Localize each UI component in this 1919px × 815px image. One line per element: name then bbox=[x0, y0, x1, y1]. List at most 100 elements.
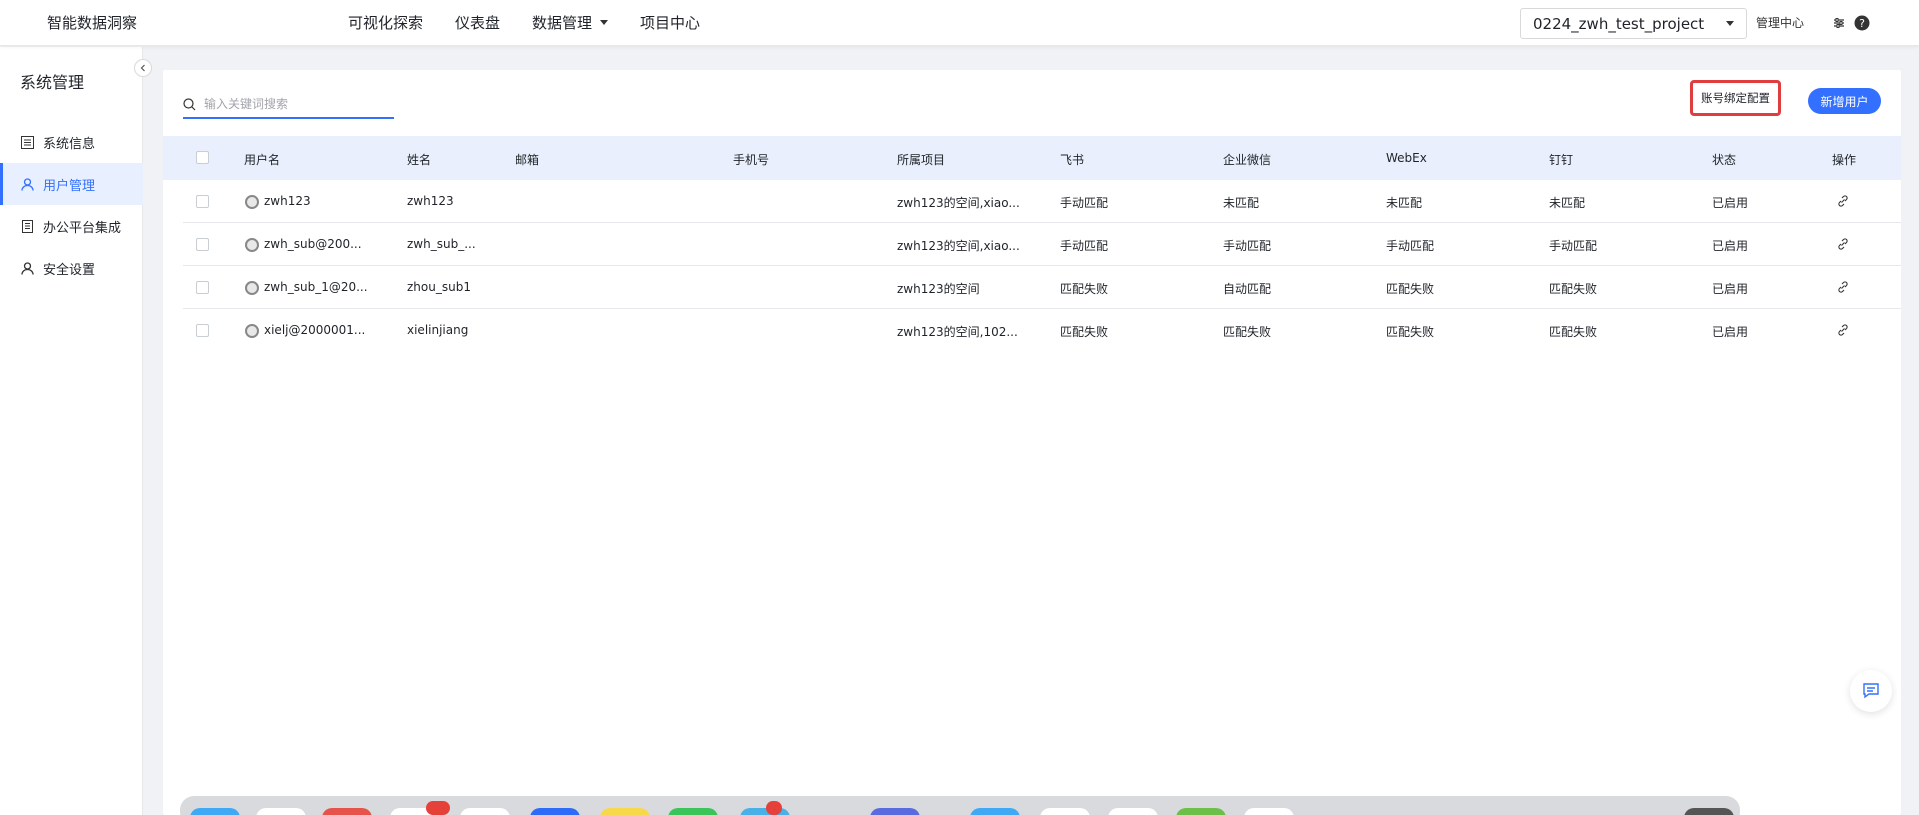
user-icon bbox=[20, 261, 34, 275]
add-user-button[interactable]: 新增用户 bbox=[1808, 88, 1881, 114]
col-project[interactable]: 所属项目 bbox=[897, 151, 945, 168]
cell-webex: 匹配失败 bbox=[1386, 325, 1435, 339]
cell-dingtalk: 匹配失败 bbox=[1549, 325, 1598, 339]
cell-webex: 未匹配 bbox=[1386, 196, 1423, 210]
search-box[interactable] bbox=[183, 91, 394, 119]
nav-label: 仪表盘 bbox=[455, 14, 501, 32]
project-select-value: 0224_zwh_test_project bbox=[1533, 14, 1705, 33]
table-row[interactable]: xielj@2000001... xielinjiang zwh123的空间,1… bbox=[183, 309, 1901, 352]
cell-name: zhou_sub1 bbox=[407, 280, 471, 294]
sidebar-item-office-integration[interactable]: 办公平台集成 bbox=[0, 205, 143, 247]
col-wecom[interactable]: 企业微信 bbox=[1223, 151, 1271, 168]
sidebar-item-security[interactable]: 安全设置 bbox=[0, 247, 143, 289]
dock-app-icon[interactable] bbox=[322, 808, 372, 815]
avatar bbox=[245, 281, 259, 295]
col-username[interactable]: 用户名 bbox=[244, 151, 280, 168]
sidebar-item-label: 安全设置 bbox=[43, 262, 96, 278]
row-checkbox[interactable] bbox=[196, 238, 209, 251]
table-header: 用户名 姓名 邮箱 手机号 所属项目 飞书 企业微信 WebEx 钉钉 状态 操… bbox=[163, 136, 1901, 180]
notification-badge bbox=[766, 801, 782, 815]
cell-feishu: 匹配失败 bbox=[1060, 325, 1109, 339]
cell-webex: 匹配失败 bbox=[1386, 282, 1435, 296]
col-dingtalk[interactable]: 钉钉 bbox=[1549, 151, 1573, 168]
cell-feishu: 手动匹配 bbox=[1060, 196, 1109, 210]
cell-status: 已启用 bbox=[1712, 325, 1749, 339]
dock-app-icon[interactable] bbox=[256, 808, 306, 815]
nav-dashboard[interactable]: 仪表盘 bbox=[455, 12, 500, 33]
dock-app-icon[interactable] bbox=[1244, 808, 1294, 815]
cell-webex: 手动匹配 bbox=[1386, 239, 1435, 253]
dock-app-icon[interactable] bbox=[1040, 808, 1090, 815]
dock-app-icon[interactable] bbox=[190, 808, 240, 815]
dock-app-icon[interactable] bbox=[1684, 808, 1734, 815]
cell-feishu: 匹配失败 bbox=[1060, 282, 1109, 296]
cell-wecom: 匹配失败 bbox=[1223, 325, 1272, 339]
cell-wecom: 手动匹配 bbox=[1223, 239, 1272, 253]
dock-app-icon[interactable] bbox=[460, 808, 510, 815]
chat-feedback-button[interactable] bbox=[1850, 670, 1892, 712]
col-phone[interactable]: 手机号 bbox=[733, 151, 769, 168]
svg-text:?: ? bbox=[1859, 17, 1865, 30]
nav-label: 数据管理 bbox=[532, 14, 593, 32]
link-icon[interactable] bbox=[1836, 280, 1850, 294]
sidebar-item-user-management[interactable]: 用户管理 bbox=[0, 163, 143, 205]
admin-center-link[interactable]: 管理中心 bbox=[1756, 14, 1804, 31]
col-status[interactable]: 状态 bbox=[1712, 151, 1736, 168]
col-email[interactable]: 邮箱 bbox=[515, 151, 539, 168]
row-checkbox[interactable] bbox=[196, 281, 209, 294]
nav-data-management[interactable]: 数据管理 bbox=[532, 12, 609, 33]
sidebar-item-system-info[interactable]: 系统信息 bbox=[0, 121, 143, 163]
select-all-checkbox[interactable] bbox=[196, 151, 209, 164]
dock-app-icon[interactable] bbox=[668, 808, 718, 815]
user-icon bbox=[20, 177, 34, 191]
avatar bbox=[245, 195, 259, 209]
row-checkbox[interactable] bbox=[196, 195, 209, 208]
dock-app-icon[interactable] bbox=[970, 808, 1020, 815]
row-checkbox[interactable] bbox=[196, 324, 209, 337]
cell-dingtalk: 匹配失败 bbox=[1549, 282, 1598, 296]
cell-project: zwh123的空间 bbox=[897, 282, 980, 296]
sidebar: 系统管理 系统信息 用户管理 办公平台集成 安全设置 bbox=[0, 47, 152, 815]
brand-logo-text[interactable]: 智能数据洞察 bbox=[47, 12, 137, 33]
avatar bbox=[245, 238, 259, 252]
dock-app-icon[interactable] bbox=[1108, 808, 1158, 815]
cell-status: 已启用 bbox=[1712, 282, 1749, 296]
link-icon[interactable] bbox=[1836, 323, 1850, 337]
link-icon[interactable] bbox=[1836, 237, 1850, 251]
chat-icon bbox=[1863, 683, 1879, 699]
cell-dingtalk: 手动匹配 bbox=[1549, 239, 1598, 253]
settings-sliders-icon[interactable] bbox=[1830, 14, 1848, 32]
main-nav: 可视化探索 仪表盘 数据管理 项目中心 bbox=[348, 12, 700, 33]
dock-app-icon[interactable] bbox=[1176, 808, 1226, 815]
help-icon[interactable]: ? bbox=[1853, 14, 1871, 32]
dock-app-icon[interactable] bbox=[870, 808, 920, 815]
project-select[interactable]: 0224_zwh_test_project bbox=[1520, 8, 1747, 39]
notification-badge bbox=[426, 801, 450, 815]
nav-visual-explore[interactable]: 可视化探索 bbox=[348, 12, 423, 33]
table-row[interactable]: zwh_sub@200... zwh_sub_... zwh123的空间,xia… bbox=[183, 223, 1901, 266]
cell-status: 已启用 bbox=[1712, 239, 1749, 253]
dock-app-icon[interactable] bbox=[740, 808, 790, 815]
cell-project: zwh123的空间,xiao... bbox=[897, 196, 1020, 210]
dock-app-icon[interactable] bbox=[600, 808, 650, 815]
dock-app-icon[interactable] bbox=[530, 808, 580, 815]
col-feishu[interactable]: 飞书 bbox=[1060, 151, 1084, 168]
collapse-sidebar-button[interactable] bbox=[134, 59, 152, 77]
cell-status: 已启用 bbox=[1712, 196, 1749, 210]
table-row[interactable]: zwh_sub_1@20... zhou_sub1 zwh123的空间 匹配失败… bbox=[183, 266, 1901, 309]
account-binding-config-button[interactable]: 账号绑定配置 bbox=[1690, 80, 1781, 116]
col-name[interactable]: 姓名 bbox=[407, 151, 431, 168]
search-input[interactable] bbox=[204, 97, 384, 111]
col-webex[interactable]: WebEx bbox=[1386, 151, 1427, 165]
caret-down-icon bbox=[600, 20, 609, 25]
cell-project: zwh123的空间,xiao... bbox=[897, 239, 1020, 253]
link-icon[interactable] bbox=[1836, 194, 1850, 208]
cell-project: zwh123的空间,102... bbox=[897, 325, 1018, 339]
cell-username: zwh_sub_1@20... bbox=[264, 280, 368, 294]
avatar bbox=[245, 324, 259, 338]
document-icon bbox=[20, 219, 34, 233]
nav-project-center[interactable]: 项目中心 bbox=[640, 12, 700, 33]
table-row[interactable]: zwh123 zwh123 zwh123的空间,xiao... 手动匹配 未匹配… bbox=[183, 180, 1901, 223]
sidebar-item-label: 用户管理 bbox=[43, 178, 96, 194]
chevron-left-icon bbox=[140, 64, 145, 72]
